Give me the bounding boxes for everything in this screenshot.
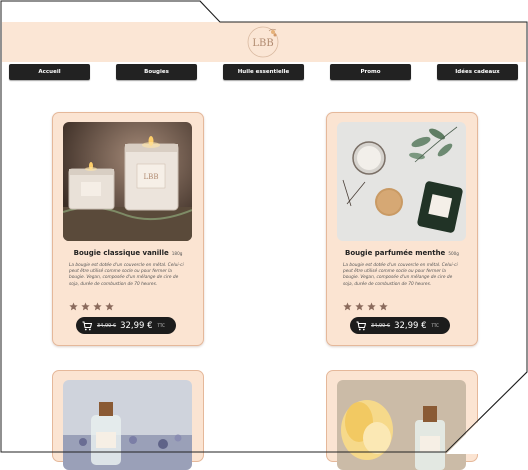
nav-item-label: Accueil — [38, 69, 61, 75]
old-price: 34,99 € — [371, 322, 391, 329]
product-title-text: Bougie classique vanille — [73, 249, 169, 257]
product-title[interactable]: Bougie parfumée menthe 500g — [327, 249, 477, 257]
product-card[interactable]: Bougie parfumée menthe 500g La bougie est… — [326, 112, 478, 346]
rating-stars — [343, 302, 388, 311]
add-to-cart-button[interactable]: 34,99 € 32,99 € TTC — [350, 317, 450, 334]
main-nav: Accueil Bougies Huile essentielle Promo … — [0, 64, 528, 80]
product-card[interactable] — [326, 370, 478, 470]
tax-label: TTC — [157, 323, 165, 328]
nav-item-huile-essentielle[interactable]: Huile essentielle — [223, 64, 304, 80]
svg-text:LBB: LBB — [144, 173, 159, 181]
product-title-text: Bougie parfumée menthe — [345, 249, 446, 257]
nav-item-label: Bougies — [144, 69, 169, 75]
nav-item-label: Promo — [360, 69, 381, 75]
nav-item-promo[interactable]: Promo — [330, 64, 411, 80]
nav-item-bougies[interactable]: Bougies — [116, 64, 197, 80]
star-icon — [355, 302, 364, 311]
star-icon — [69, 302, 78, 311]
nav-item-label: Huile essentielle — [237, 69, 290, 75]
product-card[interactable] — [52, 370, 204, 470]
star-icon — [81, 302, 90, 311]
tax-label: TTC — [431, 323, 439, 328]
old-price: 34,99 € — [97, 322, 117, 329]
star-icon — [379, 302, 388, 311]
current-price: 32,99 € — [120, 320, 153, 331]
current-price: 32,99 € — [394, 320, 427, 331]
product-title[interactable]: Bougie classique vanille 180g — [53, 249, 203, 257]
product-description: La bougie est dotée d'un couvercle en mé… — [343, 263, 458, 287]
star-icon — [367, 302, 376, 311]
logo-text: LBB — [252, 38, 273, 49]
rating-stars — [69, 302, 114, 311]
product-image[interactable] — [337, 380, 466, 470]
nav-item-idees-cadeaux[interactable]: Idées cadeaux — [437, 64, 518, 80]
product-image[interactable] — [63, 380, 192, 470]
product-image[interactable]: LBB — [63, 122, 192, 241]
product-card[interactable]: LBB Bougie classique vanille 180g La boug… — [52, 112, 204, 346]
cart-icon — [82, 321, 92, 330]
cart-icon — [356, 321, 366, 330]
star-icon — [93, 302, 102, 311]
product-description: La bougie est dotée d'un couvercle en mé… — [69, 263, 184, 287]
star-icon — [105, 302, 114, 311]
nav-item-label: Idées cadeaux — [455, 69, 500, 75]
star-icon — [343, 302, 352, 311]
add-to-cart-button[interactable]: 34,99 € 32,99 € TTC — [76, 317, 176, 334]
site-logo[interactable]: LBB — [245, 25, 281, 59]
nav-item-accueil[interactable]: Accueil — [9, 64, 90, 80]
product-image[interactable] — [337, 122, 466, 241]
product-weight: 180g — [171, 251, 183, 256]
product-weight: 500g — [448, 251, 459, 256]
